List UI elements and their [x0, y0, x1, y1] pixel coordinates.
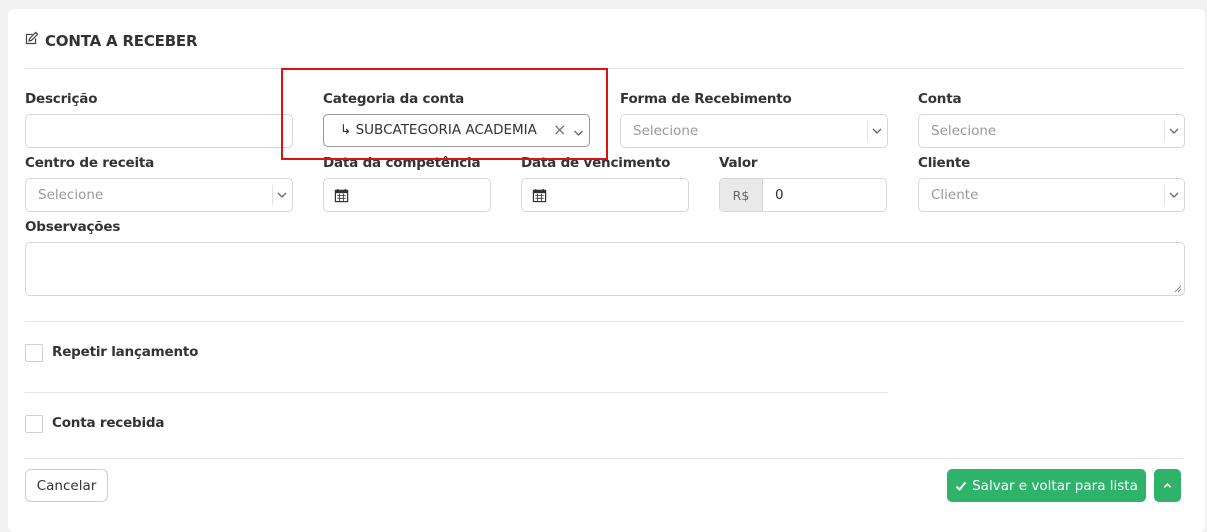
competencia-date-input[interactable]: [323, 178, 491, 212]
centro-select[interactable]: Selecione: [25, 178, 293, 212]
divider: [25, 321, 1184, 322]
save-options-toggle[interactable]: [1154, 469, 1181, 502]
highlight-box: [281, 68, 608, 160]
recebida-checkbox[interactable]: [25, 415, 43, 433]
centro-placeholder: Selecione: [38, 187, 104, 203]
conta-select[interactable]: Selecione: [918, 114, 1185, 148]
calendar-icon: [334, 188, 349, 203]
valor-value: 0: [775, 187, 784, 203]
page-title: CONTA A RECEBER: [24, 31, 198, 50]
centro-label: Centro de receita: [25, 155, 155, 171]
chevron-down-icon[interactable]: [272, 179, 292, 211]
repetir-checkbox[interactable]: [25, 344, 43, 362]
descricao-input[interactable]: [25, 114, 293, 148]
forma-label: Forma de Recebimento: [620, 91, 792, 107]
conta-placeholder: Selecione: [931, 123, 997, 139]
cliente-placeholder: Cliente: [931, 187, 979, 203]
recebida-label: Conta recebida: [52, 415, 165, 431]
divider: [25, 458, 1184, 459]
observacoes-label: Observações: [25, 219, 121, 235]
descricao-label: Descrição: [25, 91, 98, 107]
chevron-up-icon: [1163, 483, 1172, 488]
save-and-return-button[interactable]: Salvar e voltar para lista: [947, 469, 1146, 502]
chevron-down-icon[interactable]: [1164, 115, 1184, 147]
repetir-label: Repetir lançamento: [52, 344, 199, 360]
observacoes-textarea[interactable]: [25, 242, 1185, 296]
cliente-select[interactable]: Cliente: [918, 178, 1185, 212]
currency-prefix: R$: [720, 179, 763, 211]
divider: [25, 392, 888, 393]
valor-input[interactable]: R$ 0: [719, 178, 887, 212]
chevron-down-icon[interactable]: [1164, 179, 1184, 211]
valor-label: Valor: [719, 155, 758, 171]
cliente-label: Cliente: [918, 155, 971, 171]
forma-select[interactable]: Selecione: [620, 114, 888, 148]
edit-icon: [24, 31, 39, 50]
check-icon: [955, 481, 967, 491]
forma-placeholder: Selecione: [633, 123, 699, 139]
calendar-icon: [532, 188, 547, 203]
conta-label: Conta: [918, 91, 962, 107]
vencimento-date-input[interactable]: [521, 178, 689, 212]
chevron-down-icon[interactable]: [867, 115, 887, 147]
resize-handle-icon[interactable]: [1174, 285, 1182, 293]
cancel-button[interactable]: Cancelar: [25, 469, 108, 502]
